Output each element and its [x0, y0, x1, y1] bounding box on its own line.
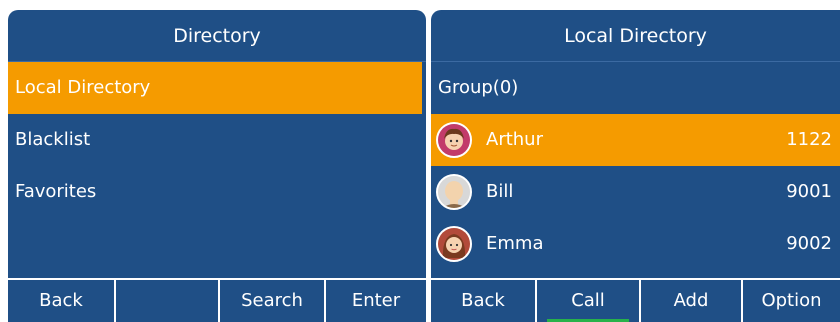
directory-title: Directory	[8, 10, 426, 62]
menu-item-favorites[interactable]: Favorites	[8, 166, 426, 218]
contact-number: 9001	[786, 181, 832, 202]
left-back-softkey[interactable]: Back	[8, 280, 114, 322]
menu-item-blacklist[interactable]: Blacklist	[8, 114, 426, 166]
cartoon-boy-avatar-icon	[436, 122, 472, 158]
menu-item-local-directory[interactable]: Local Directory	[8, 62, 422, 114]
phone-screen: Directory Local Directory Blacklist Favo…	[0, 0, 840, 322]
contact-row-bill[interactable]: Bill 9001	[431, 166, 840, 218]
right-option-softkey[interactable]: Option	[743, 280, 840, 322]
bald-man-avatar-icon	[436, 174, 472, 210]
contact-row-emma[interactable]: Emma 9002	[431, 218, 840, 270]
group-row[interactable]: Group(0)	[431, 62, 840, 114]
right-add-softkey[interactable]: Add	[641, 280, 741, 322]
softkey-bar: Back Search Enter Back Call Add Option	[8, 280, 840, 322]
right-back-softkey[interactable]: Back	[431, 280, 535, 322]
local-directory-pane: Local Directory Group(0) Arthur 1122 Bil…	[431, 10, 840, 278]
left-enter-softkey[interactable]: Enter	[326, 280, 426, 322]
directory-pane: Directory Local Directory Blacklist Favo…	[8, 10, 426, 278]
contact-name: Bill	[486, 181, 514, 202]
contact-number: 9002	[786, 233, 832, 254]
left-empty-softkey[interactable]	[116, 280, 218, 322]
right-call-softkey[interactable]: Call	[537, 280, 639, 322]
girl-avatar-icon	[436, 226, 472, 262]
left-search-softkey[interactable]: Search	[220, 280, 324, 322]
local-directory-title: Local Directory	[431, 10, 840, 62]
contact-number: 1122	[786, 129, 832, 150]
contact-name: Emma	[486, 233, 544, 254]
menu-item-label: Favorites	[15, 181, 97, 202]
menu-item-label: Local Directory	[15, 77, 151, 98]
group-label: Group(0)	[438, 77, 519, 98]
contact-name: Arthur	[486, 129, 543, 150]
contact-row-arthur[interactable]: Arthur 1122	[431, 114, 840, 166]
menu-item-label: Blacklist	[15, 129, 91, 150]
